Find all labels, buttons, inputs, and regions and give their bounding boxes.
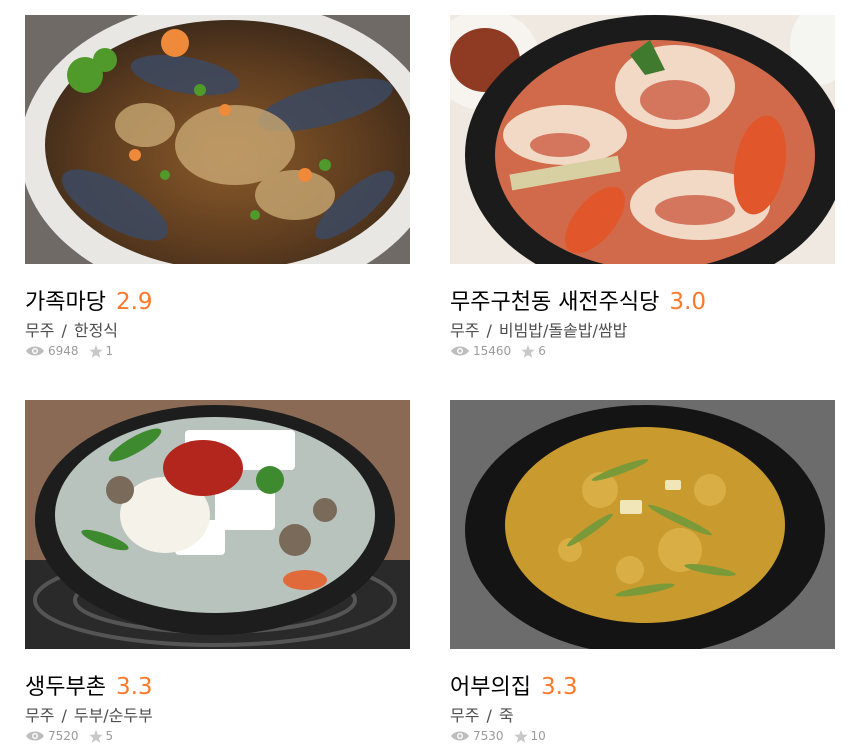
review-count: 6 bbox=[538, 344, 546, 358]
review-count: 10 bbox=[530, 729, 546, 743]
title-row: 가족마당 2.9 bbox=[25, 284, 410, 316]
restaurant-grid: 가족마당 2.9 무주 / 한정식 6948 1 무주구천동 새전주식당 3.0… bbox=[0, 0, 850, 748]
restaurant-name[interactable]: 생두부촌 bbox=[25, 669, 106, 701]
clam-stew-image bbox=[450, 15, 835, 264]
restaurant-stats: 7530 10 bbox=[450, 727, 835, 745]
restaurant-stats: 6948 1 bbox=[25, 342, 410, 360]
restaurant-score: 3.3 bbox=[115, 674, 153, 700]
restaurant-photo-tofu-hotpot[interactable] bbox=[25, 400, 410, 649]
view-count: 15460 bbox=[473, 344, 512, 358]
restaurant-meta: 무주 / 두부/순두부 bbox=[25, 702, 410, 725]
title-row: 생두부촌 3.3 bbox=[25, 669, 410, 701]
star-icon bbox=[521, 344, 535, 358]
restaurant-score: 3.0 bbox=[669, 289, 706, 315]
restaurant-stats: 15460 6 bbox=[450, 342, 835, 360]
restaurant-meta: 무주 / 비빔밥/돌솥밥/쌈밥 bbox=[450, 317, 835, 340]
restaurant-name[interactable]: 무주구천동 새전주식당 bbox=[450, 284, 659, 316]
region-label: 무주 bbox=[450, 321, 480, 340]
restaurant-stats: 7520 5 bbox=[25, 727, 410, 745]
meta-separator: / bbox=[61, 706, 67, 725]
restaurant-card[interactable]: 생두부촌 3.3 무주 / 두부/순두부 7520 5 bbox=[25, 400, 410, 745]
star-icon bbox=[88, 344, 103, 358]
view-count: 7530 bbox=[473, 729, 504, 743]
star-icon bbox=[88, 729, 103, 743]
restaurant-name[interactable]: 가족마당 bbox=[25, 284, 106, 316]
category-label: 비빔밥/돌솥밥/쌈밥 bbox=[498, 321, 628, 340]
category-label: 죽 bbox=[498, 706, 514, 725]
restaurant-card[interactable]: 가족마당 2.9 무주 / 한정식 6948 1 bbox=[25, 15, 410, 360]
view-count: 6948 bbox=[48, 344, 79, 358]
fish-porridge-image bbox=[450, 400, 835, 649]
crab-dish-image bbox=[25, 15, 410, 264]
restaurant-name[interactable]: 어부의집 bbox=[450, 669, 531, 701]
star-icon bbox=[513, 729, 528, 743]
restaurant-score: 3.3 bbox=[540, 674, 578, 700]
meta-separator: / bbox=[61, 321, 67, 340]
restaurant-card[interactable]: 어부의집 3.3 무주 / 죽 7530 10 bbox=[450, 400, 835, 745]
restaurant-photo-crab[interactable] bbox=[25, 15, 410, 264]
category-label: 두부/순두부 bbox=[73, 706, 153, 725]
review-count: 1 bbox=[105, 344, 114, 358]
title-row: 어부의집 3.3 bbox=[450, 669, 835, 701]
region-label: 무주 bbox=[450, 706, 480, 725]
restaurant-photo-fish-porridge[interactable] bbox=[450, 400, 835, 649]
title-row: 무주구천동 새전주식당 3.0 bbox=[450, 284, 835, 316]
eye-icon bbox=[450, 345, 470, 357]
restaurant-photo-clam-stew[interactable] bbox=[450, 15, 835, 264]
tofu-hotpot-image bbox=[25, 400, 410, 649]
restaurant-card[interactable]: 무주구천동 새전주식당 3.0 무주 / 비빔밥/돌솥밥/쌈밥 15460 6 bbox=[450, 15, 835, 360]
region-label: 무주 bbox=[25, 706, 55, 725]
view-count: 7520 bbox=[48, 729, 79, 743]
category-label: 한정식 bbox=[73, 321, 119, 340]
restaurant-score: 2.9 bbox=[115, 289, 153, 315]
meta-separator: / bbox=[486, 321, 492, 340]
eye-icon bbox=[25, 345, 45, 357]
eye-icon bbox=[25, 730, 45, 742]
eye-icon bbox=[450, 730, 470, 742]
region-label: 무주 bbox=[25, 321, 55, 340]
meta-separator: / bbox=[486, 706, 492, 725]
restaurant-meta: 무주 / 한정식 bbox=[25, 317, 410, 340]
review-count: 5 bbox=[105, 729, 114, 743]
restaurant-meta: 무주 / 죽 bbox=[450, 702, 835, 725]
